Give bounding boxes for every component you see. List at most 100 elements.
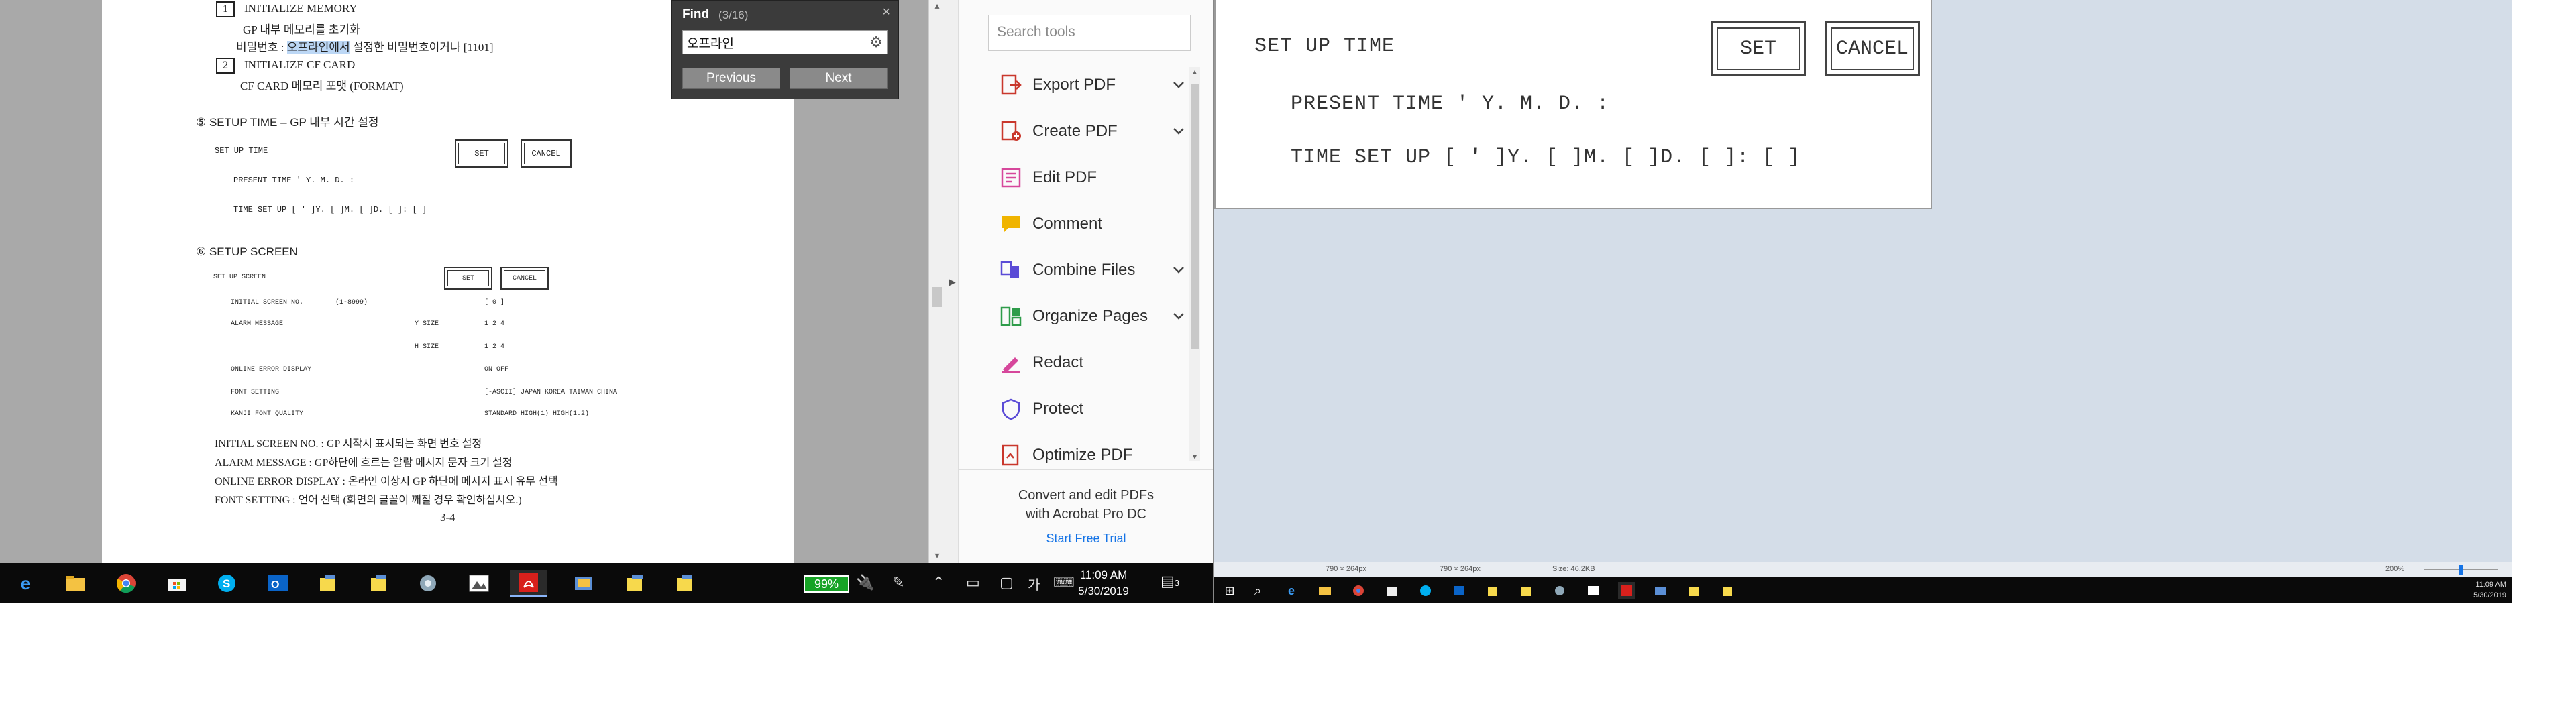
combine-files-icon bbox=[999, 258, 1023, 282]
store-icon[interactable] bbox=[164, 570, 191, 597]
skype-icon[interactable]: S bbox=[213, 570, 240, 597]
find-title: Find bbox=[682, 7, 710, 21]
row-option: (1-8999) bbox=[335, 299, 368, 306]
clock[interactable]: 11:09 AM 5/30/2019 bbox=[2466, 579, 2506, 601]
taskbar-left: e S O 99% 🔌 ✎ ⌃ ▭ ▢ 가 ⌨ 11:09 AM 5/30/20… bbox=[0, 563, 1213, 603]
edge-icon[interactable]: e bbox=[1283, 582, 1300, 599]
chevron-down-icon[interactable] bbox=[1171, 261, 1187, 278]
app-icon[interactable] bbox=[1652, 582, 1669, 599]
sticky-notes-icon[interactable] bbox=[1484, 582, 1501, 599]
tool-create-pdf[interactable]: Create PDF bbox=[999, 115, 1187, 148]
file-explorer-icon[interactable] bbox=[1316, 582, 1334, 599]
photos-icon[interactable] bbox=[1585, 582, 1602, 599]
app-icon[interactable] bbox=[570, 570, 597, 597]
tool-optimize-pdf[interactable]: Optimize PDF bbox=[999, 438, 1187, 472]
dimension-readout: 790 × 264px bbox=[1440, 565, 1481, 573]
password-suffix: 설정한 비밀번호이거나 [1101] bbox=[350, 41, 494, 54]
photos-icon[interactable] bbox=[466, 570, 492, 597]
row-value: 1 2 4 bbox=[484, 320, 505, 328]
set-button-figure-small: SET bbox=[444, 267, 492, 290]
section-setup-time: ⑤ SETUP TIME – GP 내부 시간 설정 bbox=[196, 116, 379, 129]
tool-organize-pages[interactable]: Organize Pages bbox=[999, 300, 1187, 333]
edit-pdf-icon bbox=[999, 166, 1023, 190]
chevron-down-icon[interactable] bbox=[1171, 123, 1187, 139]
app-icon[interactable] bbox=[415, 570, 441, 597]
sticky-notes-icon[interactable] bbox=[1685, 582, 1703, 599]
cancel-label: CANCEL bbox=[512, 274, 537, 282]
app-icon[interactable] bbox=[1551, 582, 1568, 599]
battery-indicator[interactable]: 99% bbox=[804, 575, 849, 593]
present-time: PRESENT TIME ' Y. M. D. : bbox=[233, 176, 355, 185]
tool-comment[interactable]: Comment bbox=[999, 207, 1187, 241]
tools-panel: Export PDF Create PDF Edit PDF Comment Combi… bbox=[958, 0, 1213, 563]
svg-text:S: S bbox=[223, 577, 230, 590]
skype-icon[interactable] bbox=[1417, 582, 1434, 599]
search-highlight: 오프라인에서 bbox=[286, 41, 350, 54]
ime-indicator[interactable]: 가 bbox=[1028, 574, 1040, 593]
outlook-icon[interactable] bbox=[1450, 582, 1468, 599]
search-icon[interactable]: ⌕ bbox=[1249, 582, 1267, 599]
notification-icon[interactable]: ▤3 bbox=[1161, 572, 1187, 594]
tool-export-pdf[interactable]: Export PDF bbox=[999, 68, 1187, 102]
scroll-thumb[interactable] bbox=[932, 287, 942, 307]
clock-time: 11:09 AM bbox=[1079, 568, 1128, 581]
clock[interactable]: 11:09 AM 5/30/2019 bbox=[1073, 567, 1134, 599]
search-tools-input[interactable] bbox=[989, 15, 1183, 49]
scroll-up-icon[interactable]: ▴ bbox=[929, 0, 945, 13]
gear-icon[interactable]: ⚙ bbox=[869, 34, 883, 51]
sticky-notes-icon[interactable] bbox=[365, 570, 392, 597]
panel-collapse-handle[interactable]: ▶ bbox=[945, 0, 958, 563]
network-icon[interactable]: ▭ bbox=[966, 574, 980, 591]
row-option: H SIZE bbox=[415, 343, 439, 351]
document-scrollbar[interactable]: ▴ ▾ bbox=[928, 0, 945, 563]
chrome-icon[interactable] bbox=[113, 570, 140, 597]
start-free-trial-link[interactable]: Start Free Trial bbox=[959, 532, 1213, 546]
chevron-right-icon[interactable]: ▶ bbox=[949, 276, 956, 288]
scroll-thumb[interactable] bbox=[1191, 84, 1199, 349]
tools-search bbox=[988, 15, 1191, 51]
sticky-notes-icon[interactable] bbox=[314, 570, 341, 597]
edge-icon[interactable]: e bbox=[12, 570, 39, 597]
password-line: 비밀번호 : 오프라인에서 설정한 비밀번호이거나 [1101] bbox=[236, 38, 493, 54]
tool-protect[interactable]: Protect bbox=[999, 392, 1187, 426]
sticky-notes-icon[interactable] bbox=[621, 570, 648, 597]
scroll-down-icon[interactable]: ▾ bbox=[1189, 452, 1200, 461]
notification-count: 3 bbox=[1174, 578, 1180, 588]
tool-label: Redact bbox=[1032, 353, 1084, 371]
sticky-notes-icon[interactable] bbox=[671, 570, 698, 597]
acrobat-icon[interactable] bbox=[510, 570, 547, 597]
close-icon[interactable]: × bbox=[882, 5, 890, 20]
display-icon[interactable]: ▢ bbox=[1000, 574, 1014, 591]
tool-label: Combine Files bbox=[1032, 261, 1136, 279]
zoom-slider-thumb[interactable] bbox=[2459, 565, 2463, 575]
pen-icon[interactable]: ✎ bbox=[892, 574, 904, 591]
windows-icon[interactable]: ⊞ bbox=[1221, 582, 1238, 599]
plug-icon[interactable]: 🔌 bbox=[856, 574, 874, 591]
chevron-down-icon[interactable] bbox=[1171, 76, 1187, 93]
acrobat-icon[interactable] bbox=[1618, 582, 1635, 599]
tool-edit-pdf[interactable]: Edit PDF bbox=[999, 161, 1187, 194]
store-icon[interactable] bbox=[1383, 582, 1401, 599]
chevron-down-icon[interactable] bbox=[1171, 308, 1187, 324]
item-initialize-memory: 1 INITIALIZE MEMORY bbox=[216, 1, 358, 17]
tool-redact[interactable]: Redact bbox=[999, 346, 1187, 379]
clock-date: 5/30/2019 bbox=[1078, 585, 1129, 597]
row-value: [-ASCII] JAPAN KOREA TAIWAN CHINA bbox=[484, 389, 618, 396]
clock-time: 11:09 AM bbox=[2475, 581, 2506, 589]
tool-combine-files[interactable]: Combine Files bbox=[999, 253, 1187, 287]
next-button[interactable]: Next bbox=[790, 68, 888, 89]
sticky-notes-icon[interactable] bbox=[1517, 582, 1535, 599]
tools-scrollbar[interactable]: ▴ ▾ bbox=[1189, 67, 1200, 461]
row-label: FONT SETTING bbox=[231, 389, 280, 396]
scroll-down-icon[interactable]: ▾ bbox=[929, 550, 945, 563]
item-initialize-cf: 2 INITIALIZE CF CARD bbox=[216, 58, 355, 74]
scroll-up-icon[interactable]: ▴ bbox=[1189, 67, 1200, 76]
keyboard-icon[interactable]: ⌨ bbox=[1053, 574, 1075, 591]
find-input[interactable] bbox=[683, 31, 864, 54]
outlook-icon[interactable]: O bbox=[264, 570, 291, 597]
chevron-up-icon[interactable]: ⌃ bbox=[932, 574, 945, 591]
chrome-icon[interactable] bbox=[1350, 582, 1367, 599]
file-explorer-icon[interactable] bbox=[62, 570, 89, 597]
sticky-notes-icon[interactable] bbox=[1719, 582, 1736, 599]
previous-button[interactable]: Previous bbox=[682, 68, 780, 89]
